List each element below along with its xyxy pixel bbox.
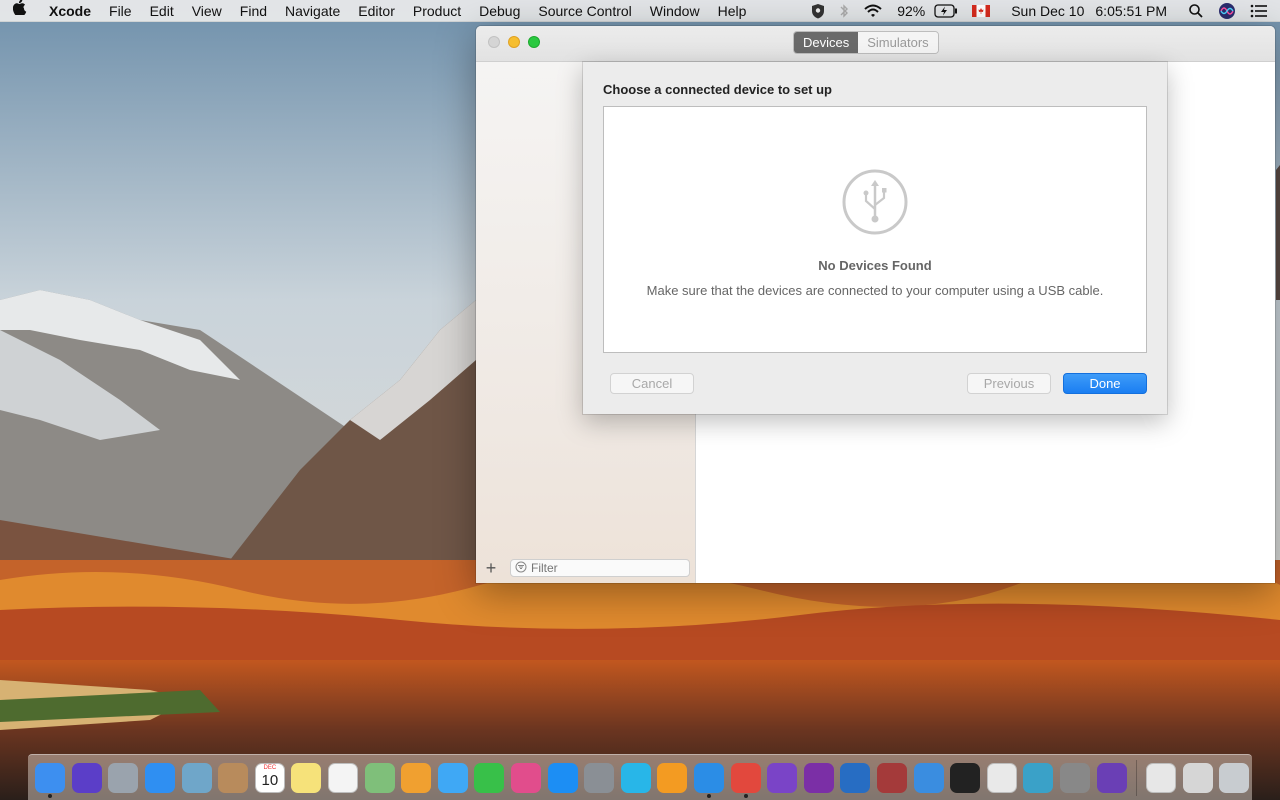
tab-simulators[interactable]: Simulators <box>858 32 938 53</box>
contacts-dock-icon[interactable] <box>218 762 249 793</box>
siri-dock-icon[interactable] <box>71 762 102 793</box>
tab-devices[interactable]: Devices <box>794 32 859 53</box>
stacks-downloads-dock-icon[interactable] <box>1182 762 1213 793</box>
menu-bar: Xcode File Edit View Find Navigate Edito… <box>0 0 1280 22</box>
menu-window[interactable]: Window <box>641 0 709 22</box>
previous-button[interactable]: Previous <box>967 373 1051 394</box>
calculator-dock-icon[interactable] <box>1059 762 1090 793</box>
preview-dock-icon[interactable] <box>181 762 212 793</box>
cancel-button[interactable]: Cancel <box>610 373 694 394</box>
sketch-app-dock-icon[interactable] <box>1023 762 1054 793</box>
instruments-dock-icon[interactable] <box>913 762 944 793</box>
xcode-dock-icon[interactable] <box>693 762 724 798</box>
reminders-dock-icon[interactable] <box>328 762 359 793</box>
battery-charging-icon[interactable] <box>927 3 965 18</box>
notification-center-icon[interactable] <box>1243 4 1280 18</box>
menu-file[interactable]: File <box>100 0 141 22</box>
apple-menu-icon[interactable] <box>0 0 40 22</box>
running-indicator <box>706 793 711 798</box>
running-indicator <box>743 793 748 798</box>
done-button[interactable]: Done <box>1063 373 1147 394</box>
launchpad-dock-icon[interactable] <box>108 762 139 793</box>
menu-help[interactable]: Help <box>709 0 756 22</box>
menu-editor[interactable]: Editor <box>349 0 404 22</box>
no-devices-title: No Devices Found <box>818 258 932 273</box>
maps-dock-icon[interactable] <box>364 762 395 793</box>
bluetooth-icon[interactable] <box>832 3 856 19</box>
menu-source-control[interactable]: Source Control <box>529 0 640 22</box>
photos-dock-icon[interactable] <box>401 762 432 793</box>
menu-extras: 92% Sun Dec 10 6:05:51 PM <box>804 0 1280 22</box>
notes-dock-icon[interactable] <box>291 762 322 793</box>
cinema-dock-icon[interactable] <box>767 762 798 793</box>
devices-simulators-segmented-control: Devices Simulators <box>793 31 939 54</box>
wifi-icon[interactable] <box>856 3 890 19</box>
usb-icon <box>842 169 908 238</box>
close-window-button[interactable] <box>488 36 500 48</box>
network-app-dock-icon[interactable] <box>620 762 651 793</box>
running-indicator <box>48 793 53 798</box>
textedit-dock-icon[interactable] <box>986 762 1017 793</box>
calendar-month: DEC <box>263 764 277 771</box>
itunes-dock-icon[interactable] <box>511 762 542 793</box>
shield-icon[interactable] <box>804 3 832 19</box>
menu-edit[interactable]: Edit <box>141 0 183 22</box>
dock-separator <box>1135 759 1137 796</box>
sheet-title: Choose a connected device to set up <box>603 82 832 97</box>
filter-input[interactable] <box>531 561 681 575</box>
onenote-dock-icon[interactable] <box>803 762 834 793</box>
system-preferences-dock-icon[interactable] <box>584 762 615 793</box>
filter-icon <box>515 561 527 576</box>
app-store-dock-icon[interactable] <box>547 762 578 793</box>
ibooks-dock-icon[interactable] <box>657 762 688 793</box>
window-titlebar[interactable]: Devices Simulators <box>476 26 1275 62</box>
facetime-dock-icon[interactable] <box>474 762 505 793</box>
visual-studio-dock-icon[interactable] <box>1096 762 1127 793</box>
menu-time[interactable]: 6:05:51 PM <box>1088 0 1181 22</box>
terminal-dock-icon[interactable] <box>950 762 981 793</box>
menu-debug[interactable]: Debug <box>470 0 529 22</box>
battery-percent[interactable]: 92% <box>890 0 927 22</box>
zoom-window-button[interactable] <box>528 36 540 48</box>
siri-icon[interactable] <box>1211 2 1243 20</box>
calendar-dock-icon[interactable]: DEC 10 <box>254 762 285 793</box>
menu-app-name[interactable]: Xcode <box>40 0 100 22</box>
chrome-dock-icon[interactable] <box>730 762 761 798</box>
minimize-window-button[interactable] <box>508 36 520 48</box>
stacks-documents-dock-icon[interactable] <box>1146 762 1177 793</box>
menu-navigate[interactable]: Navigate <box>276 0 349 22</box>
canada-flag-icon[interactable] <box>965 4 997 17</box>
dictionary-dock-icon[interactable] <box>876 762 907 793</box>
add-device-button[interactable]: + <box>476 558 506 579</box>
sidebar-footer: + <box>476 553 696 583</box>
spotlight-search-icon[interactable] <box>1181 3 1211 19</box>
menu-view[interactable]: View <box>183 0 231 22</box>
messages-dock-icon[interactable] <box>437 762 468 793</box>
safari-dock-icon[interactable] <box>145 762 176 793</box>
device-setup-sheet: Choose a connected device to set up No D… <box>583 62 1167 414</box>
menu-find[interactable]: Find <box>231 0 276 22</box>
connected-device-list[interactable]: No Devices Found Make sure that the devi… <box>603 106 1147 353</box>
no-devices-message: Make sure that the devices are connected… <box>646 283 1104 298</box>
filter-field[interactable] <box>510 559 690 577</box>
menu-product[interactable]: Product <box>404 0 470 22</box>
trash-dock-icon[interactable] <box>1219 762 1250 793</box>
menu-date[interactable]: Sun Dec 10 <box>997 0 1088 22</box>
r-app-dock-icon[interactable] <box>840 762 871 793</box>
finder-dock-icon[interactable] <box>35 762 66 798</box>
dock: DEC 10 <box>28 754 1252 800</box>
calendar-day: 10 <box>261 771 279 789</box>
